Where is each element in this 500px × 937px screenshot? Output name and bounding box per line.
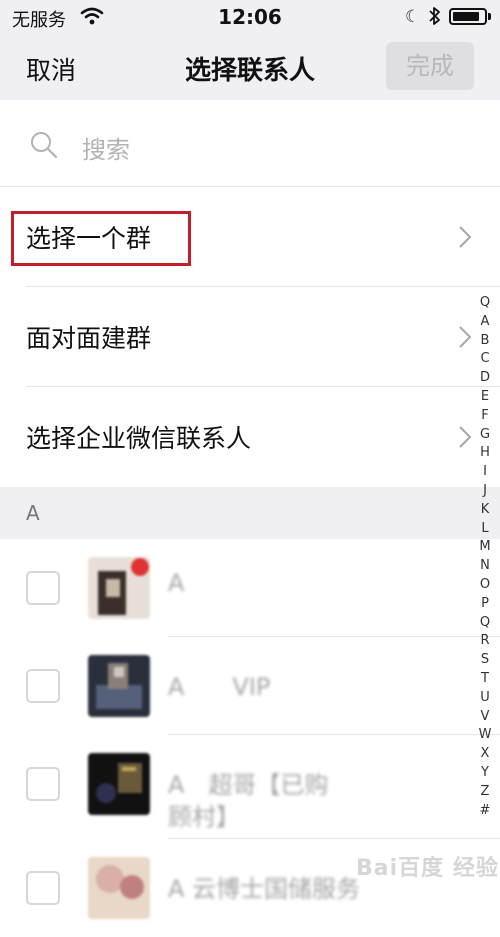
section-letter: A — [26, 501, 40, 525]
battery-level — [453, 12, 480, 21]
index-letter-a[interactable]: A — [475, 313, 495, 332]
bluetooth-icon — [428, 6, 442, 31]
select-checkbox[interactable] — [26, 571, 60, 605]
index-letter-o[interactable]: O — [475, 576, 495, 595]
index-letter-x[interactable]: X — [475, 745, 495, 764]
status-bar: 无服务 12:06 ☾ — [0, 0, 500, 34]
avatar — [88, 557, 150, 619]
index-letter-v[interactable]: V — [475, 708, 495, 727]
index-letter-hash[interactable]: # — [475, 802, 495, 821]
chevron-right-icon — [458, 325, 472, 353]
index-letter-k[interactable]: K — [475, 501, 495, 520]
avatar — [88, 753, 150, 815]
index-letter-p[interactable]: P — [475, 595, 495, 614]
contact-row[interactable]: A VIP — [0, 637, 500, 735]
annotation-highlight-box — [11, 211, 191, 266]
index-letter-h[interactable]: H — [475, 444, 495, 463]
index-letter-s[interactable]: S — [475, 651, 495, 670]
index-letter-w[interactable]: W — [475, 726, 495, 745]
index-letter-z[interactable]: Z — [475, 783, 495, 802]
battery-icon — [449, 8, 487, 25]
index-letter-c[interactable]: C — [475, 350, 495, 369]
index-letter-j[interactable]: J — [475, 482, 495, 501]
contact-name: A VIP — [168, 673, 271, 701]
index-letter-d[interactable]: D — [475, 369, 495, 388]
contact-name-continued: 顾村】 — [168, 803, 240, 831]
search-bar[interactable]: 搜索 — [0, 100, 500, 187]
contact-name: A 云博士国储服务 — [168, 875, 361, 903]
index-letter-u[interactable]: U — [475, 689, 495, 708]
avatar — [88, 857, 150, 919]
do-not-disturb-icon: ☾ — [405, 7, 421, 27]
index-letter-r[interactable]: R — [475, 632, 495, 651]
enterprise-wechat-contacts-row[interactable]: 选择企业微信联系人 — [0, 387, 500, 487]
index-letter-y[interactable]: Y — [475, 764, 495, 783]
baidu-jingyan-watermark: Bai百度 经验 — [356, 856, 499, 881]
index-letter-l[interactable]: L — [475, 520, 495, 539]
row-label: 面对面建群 — [26, 324, 152, 353]
contact-name: A 超哥【已购 — [168, 771, 329, 799]
search-icon — [30, 131, 58, 163]
clock: 12:06 — [218, 5, 282, 29]
done-button[interactable]: 完成 — [386, 42, 474, 90]
select-checkbox[interactable] — [26, 871, 60, 905]
index-letter-b[interactable]: B — [475, 332, 495, 351]
alphabet-index[interactable]: Q A B C D E F G H I J K L M N O P Q R S T U V W X Y Z # — [475, 294, 495, 820]
contact-row[interactable]: A 超哥【已购 顾村】 — [0, 735, 500, 839]
index-letter-t[interactable]: T — [475, 670, 495, 689]
select-checkbox[interactable] — [26, 767, 60, 801]
face-to-face-group-row[interactable]: 面对面建群 — [0, 287, 500, 387]
avatar — [88, 655, 150, 717]
index-letter-q[interactable]: Q — [475, 614, 495, 633]
index-letter-e[interactable]: E — [475, 388, 495, 407]
navigation-bar: 取消 选择联系人 完成 — [0, 34, 500, 100]
battery-cap — [488, 13, 491, 20]
contact-row[interactable]: A — [0, 539, 500, 637]
section-header: A — [0, 487, 500, 539]
index-letter-m[interactable]: M — [475, 538, 495, 557]
search-input[interactable]: 搜索 — [82, 130, 130, 165]
index-letter-i[interactable]: I — [475, 463, 495, 482]
chevron-right-icon — [458, 225, 472, 253]
index-search-icon[interactable]: Q — [475, 294, 495, 313]
chevron-right-icon — [458, 425, 472, 453]
index-letter-n[interactable]: N — [475, 557, 495, 576]
contact-name: A — [168, 569, 185, 597]
row-label: 选择企业微信联系人 — [26, 424, 252, 453]
index-letter-g[interactable]: G — [475, 426, 495, 445]
select-checkbox[interactable] — [26, 669, 60, 703]
index-letter-f[interactable]: F — [475, 407, 495, 426]
